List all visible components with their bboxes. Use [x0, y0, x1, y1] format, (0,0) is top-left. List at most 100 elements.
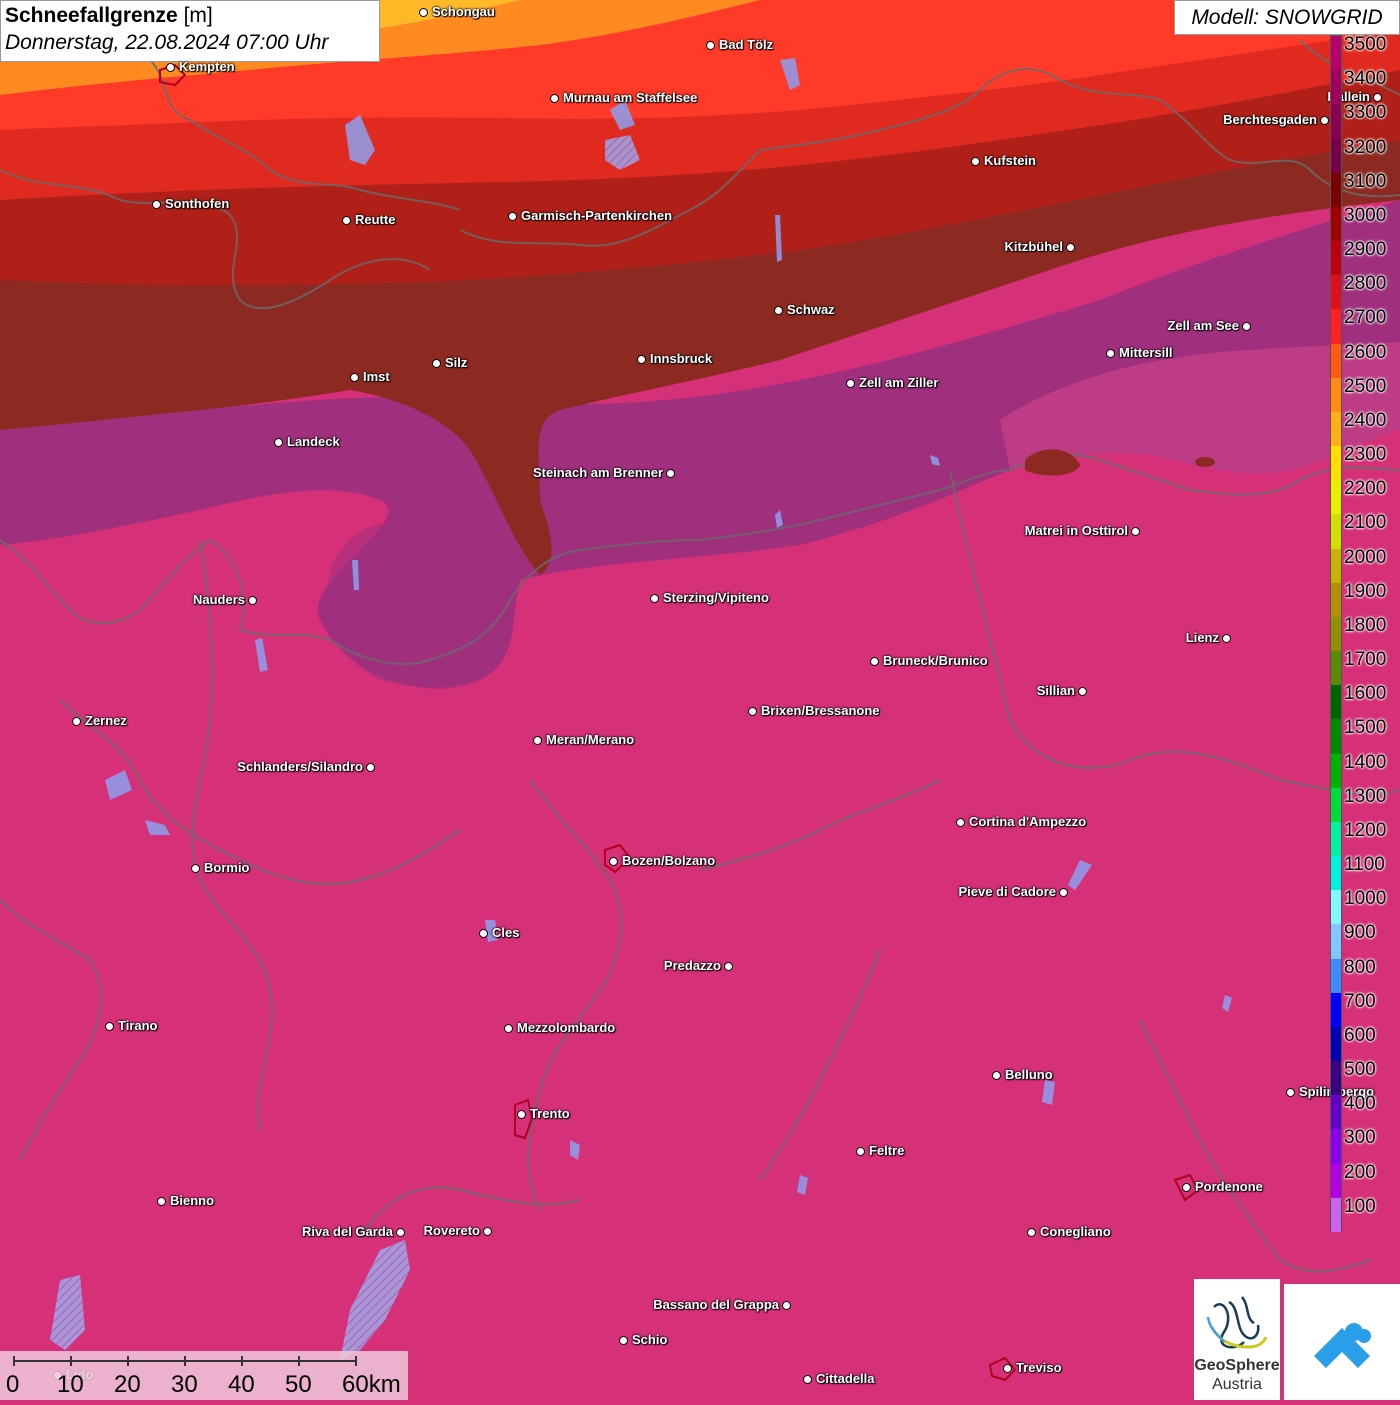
city-label[interactable]: Zell am See — [1167, 318, 1239, 333]
city-label[interactable]: Bozen/Bolzano — [622, 853, 715, 868]
city-label[interactable]: Meran/Merano — [546, 732, 634, 747]
city-dot[interactable] — [274, 438, 283, 447]
city-label[interactable]: Kufstein — [984, 153, 1036, 168]
city-dot[interactable] — [1078, 687, 1087, 696]
city-dot[interactable] — [637, 355, 646, 364]
city-label[interactable]: Kempten — [179, 59, 235, 74]
city-dot[interactable] — [350, 373, 359, 382]
city-dot[interactable] — [105, 1022, 114, 1031]
city-label[interactable]: Belluno — [1005, 1067, 1053, 1082]
city-label[interactable]: Treviso — [1016, 1360, 1062, 1375]
city-label[interactable]: Pieve di Cadore — [958, 884, 1056, 899]
city-label[interactable]: Conegliano — [1040, 1224, 1111, 1239]
city-label[interactable]: Trento — [530, 1106, 570, 1121]
city-dot[interactable] — [166, 63, 175, 72]
city-dot[interactable] — [396, 1228, 405, 1237]
city-label[interactable]: Sterzing/Vipiteno — [663, 590, 769, 605]
city-label[interactable]: Landeck — [287, 434, 340, 449]
city-label[interactable]: Mittersill — [1119, 345, 1172, 360]
city-dot[interactable] — [856, 1147, 865, 1156]
city-dot[interactable] — [1182, 1183, 1191, 1192]
city-dot[interactable] — [191, 864, 200, 873]
city-label[interactable]: Brixen/Bressanone — [761, 703, 880, 718]
city-dot[interactable] — [1066, 243, 1075, 252]
city-label[interactable]: Predazzo — [664, 958, 721, 973]
city-label[interactable]: Imst — [363, 369, 390, 384]
city-dot[interactable] — [870, 657, 879, 666]
city-dot[interactable] — [342, 216, 351, 225]
city-dot[interactable] — [609, 857, 618, 866]
city-label[interactable]: Reutte — [355, 212, 395, 227]
city-label[interactable]: Cortina d'Ampezzo — [969, 814, 1086, 829]
city-label[interactable]: Schwaz — [787, 302, 835, 317]
city-label[interactable]: Bormio — [204, 860, 250, 875]
city-dot[interactable] — [517, 1110, 526, 1119]
city-dot[interactable] — [152, 200, 161, 209]
city-dot[interactable] — [706, 41, 715, 50]
city-label[interactable]: Tirano — [118, 1018, 158, 1033]
city-label[interactable]: Silz — [445, 355, 467, 370]
city-label[interactable]: Zell am Ziller — [859, 375, 938, 390]
city-dot[interactable] — [619, 1336, 628, 1345]
city-dot[interactable] — [157, 1197, 166, 1206]
city-label[interactable]: Innsbruck — [650, 351, 712, 366]
city-dot[interactable] — [248, 596, 257, 605]
city-label[interactable]: Sillian — [1037, 683, 1075, 698]
city-dot[interactable] — [1027, 1228, 1036, 1237]
city-dot[interactable] — [992, 1071, 1001, 1080]
city-dot[interactable] — [650, 594, 659, 603]
city-dot[interactable] — [504, 1024, 513, 1033]
city-label[interactable]: Bruneck/Brunico — [883, 653, 988, 668]
city-dot[interactable] — [366, 763, 375, 772]
city-dot[interactable] — [846, 379, 855, 388]
city-label[interactable]: Garmisch-Partenkirchen — [521, 208, 672, 223]
city-dot[interactable] — [533, 736, 542, 745]
city-dot[interactable] — [774, 306, 783, 315]
city-label[interactable]: Lienz — [1186, 630, 1219, 645]
geosphere-logo[interactable]: GeoSphere Austria — [1194, 1279, 1280, 1400]
city-label[interactable]: Rovereto — [424, 1223, 480, 1238]
city-label[interactable]: Matrei in Osttirol — [1025, 523, 1128, 538]
city-label[interactable]: Pordenone — [1195, 1179, 1263, 1194]
city-label[interactable]: Mezzolombardo — [517, 1020, 615, 1035]
city-label[interactable]: Kitzbühel — [1005, 239, 1064, 254]
city-dot[interactable] — [1003, 1364, 1012, 1373]
city-dot[interactable] — [724, 962, 733, 971]
city-dot[interactable] — [748, 707, 757, 716]
city-label[interactable]: Cittadella — [816, 1371, 875, 1386]
city-dot[interactable] — [803, 1375, 812, 1384]
city-dot[interactable] — [971, 157, 980, 166]
city-dot[interactable] — [479, 929, 488, 938]
city-label[interactable]: Riva del Garda — [302, 1224, 393, 1239]
city-dot[interactable] — [419, 8, 428, 17]
city-dot[interactable] — [72, 717, 81, 726]
city-label[interactable]: Zernez — [85, 713, 127, 728]
city-label[interactable]: Bienno — [170, 1193, 214, 1208]
city-dot[interactable] — [1242, 322, 1251, 331]
city-label[interactable]: Sonthofen — [165, 196, 229, 211]
city-dot[interactable] — [1059, 888, 1068, 897]
city-dot[interactable] — [1286, 1088, 1295, 1097]
city-dot[interactable] — [1131, 527, 1140, 536]
city-dot[interactable] — [1320, 116, 1329, 125]
city-dot[interactable] — [432, 359, 441, 368]
city-label[interactable]: Schongau — [432, 4, 495, 19]
city-dot[interactable] — [483, 1227, 492, 1236]
city-label[interactable]: Bassano del Grappa — [653, 1297, 779, 1312]
city-label[interactable]: Nauders — [193, 592, 245, 607]
city-dot[interactable] — [666, 469, 675, 478]
city-label[interactable]: Schio — [632, 1332, 667, 1347]
city-dot[interactable] — [1106, 349, 1115, 358]
city-dot[interactable] — [1222, 634, 1231, 643]
city-dot[interactable] — [956, 818, 965, 827]
city-label[interactable]: Schlanders/Silandro — [237, 759, 363, 774]
weather-app-logo[interactable] — [1284, 1284, 1400, 1400]
city-label[interactable]: Murnau am Staffelsee — [563, 90, 697, 105]
city-dot[interactable] — [782, 1301, 791, 1310]
city-label[interactable]: Steinach am Brenner — [533, 465, 663, 480]
city-label[interactable]: Feltre — [869, 1143, 904, 1158]
city-dot[interactable] — [508, 212, 517, 221]
city-label[interactable]: Berchtesgaden — [1223, 112, 1317, 127]
city-label[interactable]: Bad Tölz — [719, 37, 773, 52]
city-dot[interactable] — [550, 94, 559, 103]
